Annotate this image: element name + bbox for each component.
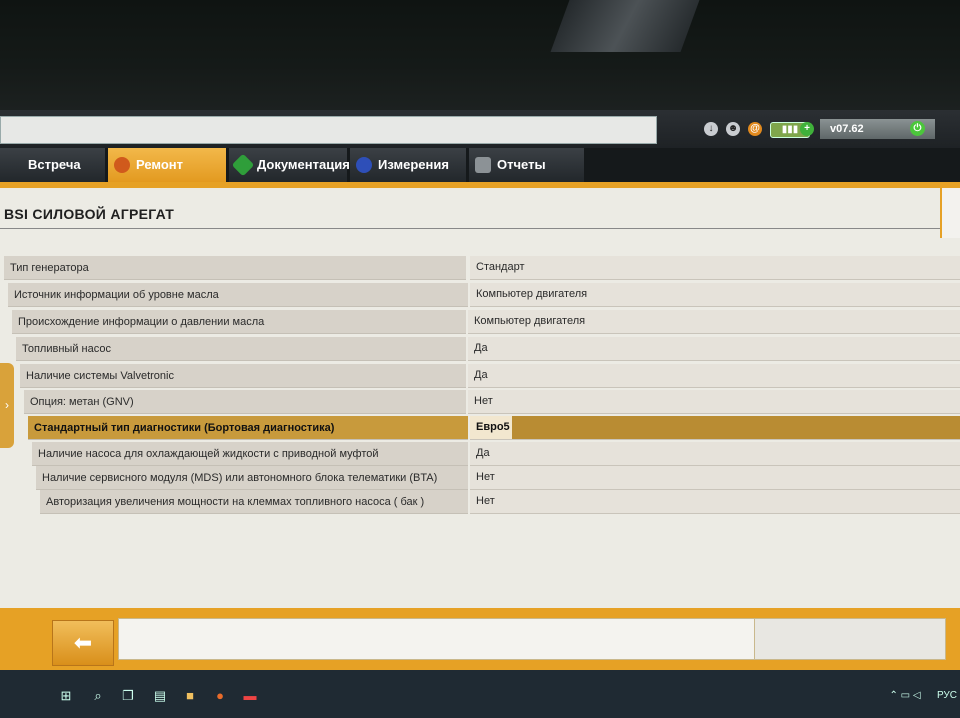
windows-taskbar: ⊞ ⌕ ❐ ▤ ■ ● ▬ ⌃ ▭ ◁ РУС [0, 670, 960, 718]
divider [0, 228, 960, 229]
row-value: Да [470, 442, 960, 466]
row-value: Евро5 [470, 416, 512, 440]
tab-label: Встреча [28, 157, 81, 172]
tab-documentation[interactable]: Документация [229, 148, 350, 182]
search-icon[interactable]: ⌕ [90, 688, 106, 704]
waveform-icon [356, 157, 372, 173]
tab-measurements[interactable]: Измерения [350, 148, 466, 182]
version-badge: v07.62 ⏻ [820, 119, 935, 139]
main-tabs: Встреча Ремонт Документация Измерения От… [0, 148, 960, 182]
tab-remont[interactable]: Ремонт [108, 148, 226, 182]
table-row[interactable]: Тип генератора Стандарт [4, 256, 960, 280]
user-icon[interactable]: ☻ [726, 122, 740, 136]
file-explorer-icon[interactable]: ▤ [152, 688, 168, 704]
table-row[interactable]: Авторизация увеличения мощности на клемм… [40, 490, 960, 514]
expand-handle[interactable]: › [0, 363, 14, 448]
content-panel: BSI СИЛОВОЙ АГРЕГАТ › Тип генератора Ста… [0, 188, 960, 668]
tray-icons: ⌃ ▭ ◁ [889, 690, 921, 701]
address-field[interactable] [0, 116, 657, 144]
windows-start-icon[interactable]: ⊞ [58, 688, 74, 704]
row-label: Происхождение информации о давлении масл… [12, 310, 466, 334]
table-row[interactable]: Источник информации об уровне масла Комп… [8, 283, 960, 307]
tab-label: Ремонт [136, 157, 184, 172]
row-label: Топливный насос [16, 337, 466, 361]
book-icon [231, 153, 255, 177]
row-value-fill [512, 416, 960, 440]
firefox-icon[interactable]: ● [212, 688, 228, 704]
table-row[interactable]: Опция: метан (GNV) Нет [24, 390, 960, 414]
report-icon [475, 157, 491, 173]
page-title: BSI СИЛОВОЙ АГРЕГАТ [4, 206, 175, 222]
tab-reports[interactable]: Отчеты [469, 148, 584, 182]
add-icon[interactable]: + [800, 122, 814, 136]
row-value: Нет [470, 466, 960, 490]
row-label: Опция: метан (GNV) [24, 390, 466, 414]
version-label: v07.62 [830, 123, 864, 135]
row-value: Компьютер двигателя [468, 310, 960, 334]
row-value: Да [468, 337, 960, 361]
row-label: Тип генератора [4, 256, 466, 280]
table-row-selected[interactable]: Стандартный тип диагностики (Бортовая ди… [28, 416, 960, 440]
task-view-icon[interactable]: ❐ [120, 688, 136, 704]
power-icon[interactable]: ⏻ [910, 121, 925, 136]
row-value: Компьютер двигателя [470, 283, 960, 307]
bottom-bar: ⬅ [0, 608, 960, 670]
download-icon[interactable]: ↓ [704, 122, 718, 136]
tab-vstrecha[interactable]: Встреча [0, 148, 105, 182]
side-tab[interactable] [940, 188, 960, 238]
folder-icon[interactable]: ■ [182, 688, 198, 704]
tab-label: Измерения [378, 157, 449, 172]
row-value: Нет [470, 490, 960, 514]
back-button[interactable]: ⬅ [52, 620, 114, 666]
screen: ↓ ☻ @ ▮▮▮ + v07.62 ⏻ Встреча Ремонт Доку… [0, 110, 960, 718]
monitor-bezel [0, 0, 960, 110]
app-icon[interactable]: ▬ [242, 688, 258, 704]
row-label: Источник информации об уровне масла [8, 283, 468, 307]
table-row[interactable]: Наличие насоса для охлаждающей жидкости … [32, 442, 960, 466]
magnifier-icon [114, 157, 130, 173]
at-icon[interactable]: @ [748, 122, 762, 136]
row-value: Стандарт [470, 256, 960, 280]
message-field-right [754, 618, 946, 660]
row-value: Да [468, 364, 960, 388]
row-label: Наличие системы Valvetronic [20, 364, 466, 388]
tab-label: Документация [257, 157, 350, 172]
tab-label: Отчеты [497, 157, 546, 172]
table-row[interactable]: Происхождение информации о давлении масл… [12, 310, 960, 334]
table-row[interactable]: Топливный насос Да [16, 337, 960, 361]
light-glare [550, 0, 700, 52]
row-label: Стандартный тип диагностики (Бортовая ди… [28, 416, 468, 440]
lang-indicator[interactable]: РУС [935, 688, 959, 704]
title-bar: ↓ ☻ @ ▮▮▮ + v07.62 ⏻ [0, 110, 960, 148]
row-label: Наличие сервисного модуля (MDS) или авто… [36, 466, 468, 490]
table-row[interactable]: Наличие сервисного модуля (MDS) или авто… [36, 466, 960, 490]
row-label: Авторизация увеличения мощности на клемм… [40, 490, 468, 514]
row-value: Нет [468, 390, 960, 414]
row-label: Наличие насоса для охлаждающей жидкости … [32, 442, 468, 466]
message-field [118, 618, 756, 660]
table-row[interactable]: Наличие системы Valvetronic Да [20, 364, 960, 388]
